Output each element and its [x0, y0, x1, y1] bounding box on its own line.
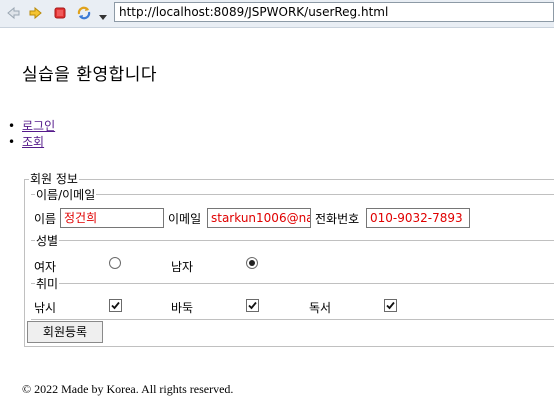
name-label: 이름: [34, 212, 57, 226]
email-input[interactable]: starkun1006@naver.com: [207, 208, 311, 228]
back-icon[interactable]: [5, 5, 21, 21]
name-input[interactable]: 정건희: [60, 208, 164, 228]
nav-menu: 로그인 조회: [8, 118, 55, 150]
address-bar[interactable]: http://localhost:8089/JSPWORK/userReg.ht…: [114, 2, 554, 22]
name-email-legend: 이름/이메일: [35, 188, 97, 202]
register-button[interactable]: 회원등록: [27, 321, 103, 343]
hobby-fishing-checkbox[interactable]: [109, 299, 122, 312]
check-mark-icon: [111, 301, 120, 310]
hobby-fishing-label: 낚시: [34, 301, 57, 315]
hobby-reading-checkbox[interactable]: [384, 299, 397, 312]
stop-icon[interactable]: [52, 5, 68, 21]
member-info-legend: 회원 정보: [29, 172, 79, 186]
check-mark-icon: [248, 301, 257, 310]
hobby-divider: [31, 283, 554, 284]
hobby-bottom-divider: [31, 319, 554, 320]
male-label: 남자: [171, 260, 194, 274]
search-link[interactable]: 조회: [22, 135, 44, 149]
female-label: 여자: [34, 260, 57, 274]
phone-label: 전화번호: [315, 212, 360, 226]
browser-toolbar: http://localhost:8089/JSPWORK/userReg.ht…: [0, 0, 554, 28]
hobby-baduk-checkbox[interactable]: [246, 299, 259, 312]
email-label: 이메일: [168, 212, 202, 226]
hobby-baduk-label: 바둑: [171, 301, 194, 315]
page-title: 실습을 환영합니다: [22, 65, 158, 85]
hobby-reading-label: 독서: [309, 301, 332, 315]
female-radio[interactable]: [109, 257, 121, 269]
menu-item-search: 조회: [8, 134, 55, 150]
hobby-legend: 취미: [35, 277, 60, 291]
male-radio[interactable]: [246, 257, 258, 269]
login-link[interactable]: 로그인: [22, 119, 55, 133]
menu-item-login: 로그인: [8, 118, 55, 134]
check-mark-icon: [386, 301, 395, 310]
name-email-divider: [31, 194, 554, 195]
phone-input[interactable]: 010-9032-7893: [366, 208, 470, 228]
forward-icon[interactable]: [28, 5, 44, 21]
member-info-fieldset: [24, 179, 554, 347]
refresh-icon[interactable]: [76, 5, 92, 21]
gender-legend: 성별: [35, 234, 60, 248]
gender-divider: [31, 240, 554, 241]
footer-copyright: © 2022 Made by Korea. All rights reserve…: [22, 382, 234, 396]
chevron-down-icon[interactable]: [98, 7, 108, 20]
